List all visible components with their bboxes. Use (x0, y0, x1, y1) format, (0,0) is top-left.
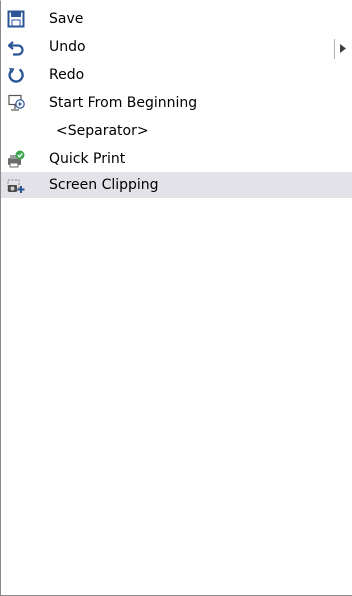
redo-icon (7, 66, 25, 84)
list-item-separator[interactable]: <Separator> (1, 118, 352, 144)
list-item-screen-clipping[interactable]: Screen Clipping (1, 172, 352, 198)
list-item-label: Redo (49, 67, 85, 83)
list-item-redo[interactable]: Redo (1, 62, 352, 88)
list-item-label: Screen Clipping (49, 177, 159, 193)
list-item-quick-print[interactable]: Quick Print (1, 146, 352, 172)
undo-icon (7, 38, 25, 56)
quick-print-icon (7, 150, 25, 168)
list-item-label: <Separator> (56, 123, 149, 139)
list-item-undo[interactable]: Undo (1, 34, 352, 60)
list-item-label: Undo (49, 39, 86, 55)
quick-access-commands-list[interactable]: Save Undo Redo Start From Beginning <Sep… (0, 0, 352, 596)
save-icon (7, 10, 25, 28)
list-item-label: Quick Print (49, 151, 126, 167)
list-item-label: Start From Beginning (49, 95, 198, 111)
screen-clipping-icon (7, 176, 25, 194)
list-item-save[interactable]: Save (1, 6, 352, 32)
list-item-label: Save (49, 11, 84, 27)
chevron-right-icon (340, 44, 346, 53)
list-item-start-from-beginning[interactable]: Start From Beginning (1, 90, 352, 116)
submenu-arrow-button[interactable] (334, 39, 349, 59)
slideshow-start-icon (7, 94, 25, 112)
